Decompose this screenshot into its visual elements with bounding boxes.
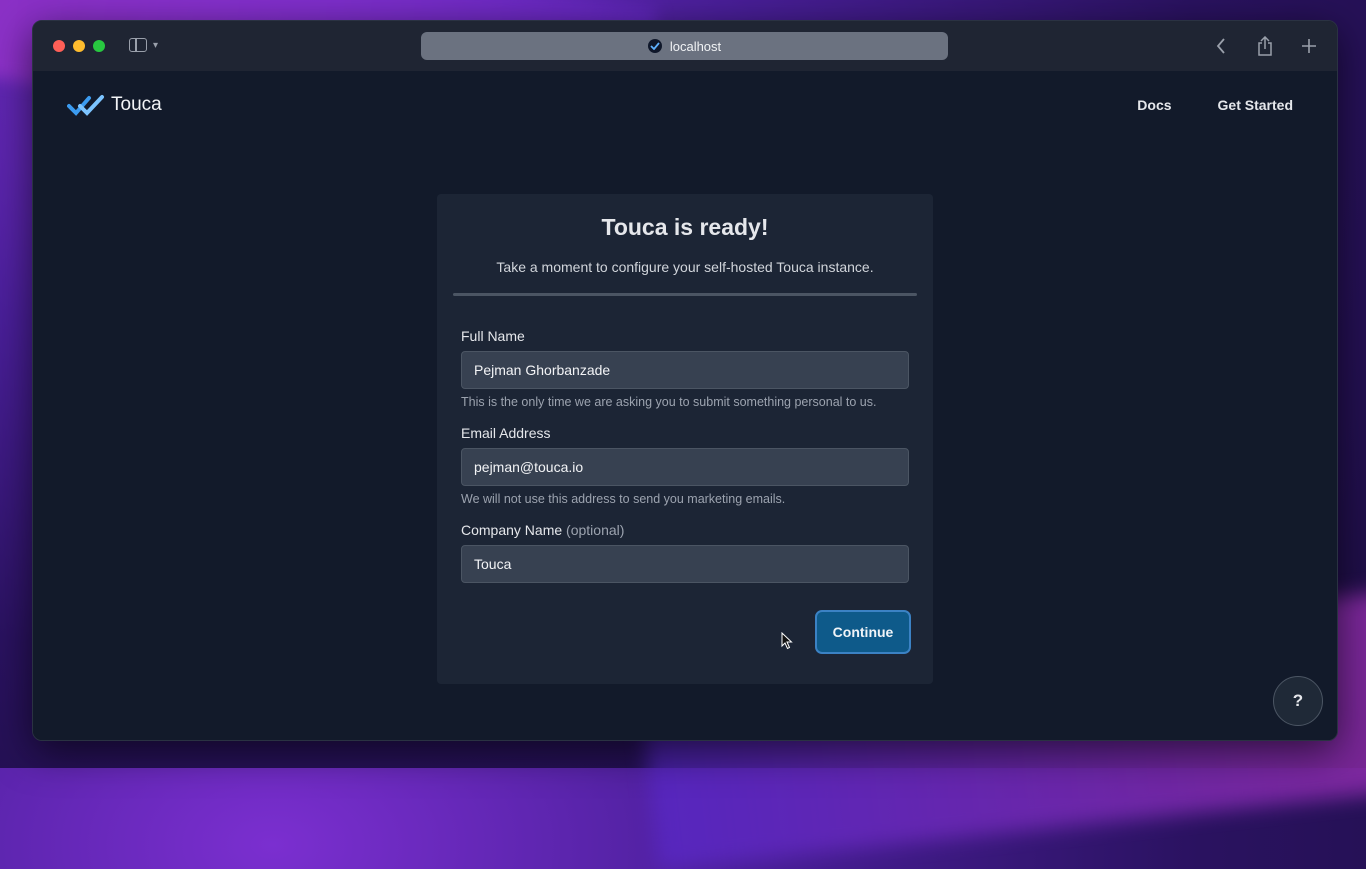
onboarding-card: Touca is ready! Take a moment to configu… [437, 194, 933, 684]
brand-logo[interactable]: Touca [67, 94, 162, 116]
url-text: localhost [669, 38, 722, 54]
help-button[interactable]: ? [1273, 676, 1323, 726]
nav-link-docs[interactable]: Docs [1137, 97, 1171, 113]
email-help: We will not use this address to send you… [461, 492, 786, 506]
company-label-text: Company Name [461, 522, 563, 538]
continue-button[interactable]: Continue [815, 610, 911, 654]
page-content: Touca Docs Get Started Touca is ready! T… [33, 71, 1337, 740]
zoom-window-button[interactable] [93, 40, 105, 52]
back-icon[interactable] [1211, 35, 1231, 57]
full-name-help: This is the only time we are asking you … [461, 395, 877, 409]
email-field-group: Email Address We will not use this addre… [461, 425, 909, 506]
minimize-window-button[interactable] [73, 40, 85, 52]
card-title: Touca is ready! [601, 214, 769, 240]
form-actions: Continue [815, 610, 911, 654]
email-label: Email Address [461, 425, 551, 441]
sidebar-icon [129, 38, 147, 52]
close-window-button[interactable] [53, 40, 65, 52]
plus-icon[interactable] [1299, 35, 1319, 57]
top-navbar: Touca Docs Get Started [67, 93, 1293, 117]
address-bar[interactable]: localhost [421, 32, 948, 60]
chevron-down-icon: ▾ [153, 39, 159, 51]
company-field-group: Company Name (optional) [461, 522, 909, 583]
nav-links: Docs Get Started [1137, 97, 1293, 113]
divider [453, 293, 917, 296]
nav-link-get-started[interactable]: Get Started [1218, 97, 1293, 113]
brand-name: Touca [111, 94, 162, 115]
share-icon[interactable] [1255, 35, 1275, 57]
email-input[interactable] [461, 448, 909, 486]
sidebar-toggle-button[interactable]: ▾ [129, 38, 158, 52]
touca-logo-icon [67, 95, 104, 116]
company-input[interactable] [461, 545, 909, 583]
site-favicon-icon [647, 39, 662, 53]
mouse-cursor-icon [781, 631, 793, 655]
optional-note: (optional) [566, 522, 625, 538]
card-subtitle: Take a moment to configure your self-hos… [496, 259, 874, 275]
toolbar-actions [1211, 35, 1319, 57]
company-label: Company Name (optional) [461, 522, 909, 538]
window-controls [53, 40, 105, 52]
browser-toolbar: ▾ localhost [33, 21, 1337, 71]
full-name-label: Full Name [461, 328, 525, 344]
browser-window: ▾ localhost Touca Docs Get Started Touca… [32, 20, 1338, 741]
full-name-field-group: Full Name This is the only time we are a… [461, 328, 909, 409]
full-name-input[interactable] [461, 351, 909, 389]
setup-form: Full Name This is the only time we are a… [437, 328, 933, 583]
